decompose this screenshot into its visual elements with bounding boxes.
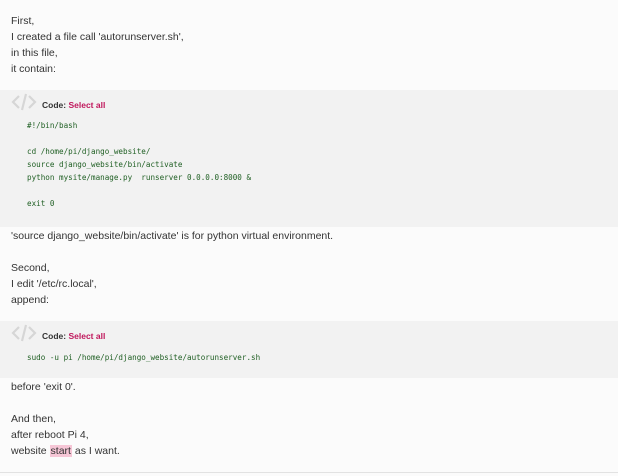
code-line: #!/bin/bash xyxy=(27,121,78,130)
text-line: 'source django_website/bin/activate' is … xyxy=(11,230,334,242)
code-block: Code: Select all #!/bin/bash cd /home/pi/… xyxy=(0,90,618,227)
post-body: First, I created a file call 'autorunser… xyxy=(0,0,618,459)
highlighted-word: start xyxy=(49,445,72,457)
text-line: Second, xyxy=(11,262,50,274)
divider xyxy=(0,472,618,473)
text-line: And then, xyxy=(11,413,56,425)
text-line: I edit '/etc/rc.local', xyxy=(11,278,97,290)
text-segment: as I want. xyxy=(71,445,120,457)
code-line: source django_website/bin/activate xyxy=(27,160,183,169)
text-line: before 'exit 0'. xyxy=(11,381,76,393)
text-line: it contain: xyxy=(11,63,56,75)
code-header: Code: Select all xyxy=(42,331,105,341)
code-brackets-icon xyxy=(11,93,37,111)
code-line: cd /home/pi/django_website/ xyxy=(27,147,151,156)
code-brackets-icon xyxy=(11,324,37,342)
text-line: I created a file call 'autorunserver.sh'… xyxy=(11,31,184,43)
code-label: Code: xyxy=(42,100,67,110)
text-segment: website xyxy=(11,445,50,457)
code-line: sudo -u pi /home/pi/django_website/autor… xyxy=(27,353,261,362)
code-content: sudo -u pi /home/pi/django_website/autor… xyxy=(27,351,260,364)
text-line: First, xyxy=(11,15,35,27)
code-line: python mysite/manage.py runserver 0.0.0.… xyxy=(27,173,252,182)
text-line: append: xyxy=(11,294,49,306)
code-line: exit 0 xyxy=(27,199,55,208)
text-line: after reboot Pi 4, xyxy=(11,429,89,441)
select-all-link[interactable]: Select all xyxy=(68,100,105,110)
code-header: Code: Select all xyxy=(42,100,105,110)
text-line: website start as I want. xyxy=(11,443,618,459)
text-line: in this file, xyxy=(11,47,58,59)
code-content: #!/bin/bash cd /home/pi/django_website/so… xyxy=(27,119,251,210)
select-all-link[interactable]: Select all xyxy=(68,331,105,341)
code-label: Code: xyxy=(42,331,67,341)
code-block: Code: Select all sudo -u pi /home/pi/dja… xyxy=(0,321,618,378)
